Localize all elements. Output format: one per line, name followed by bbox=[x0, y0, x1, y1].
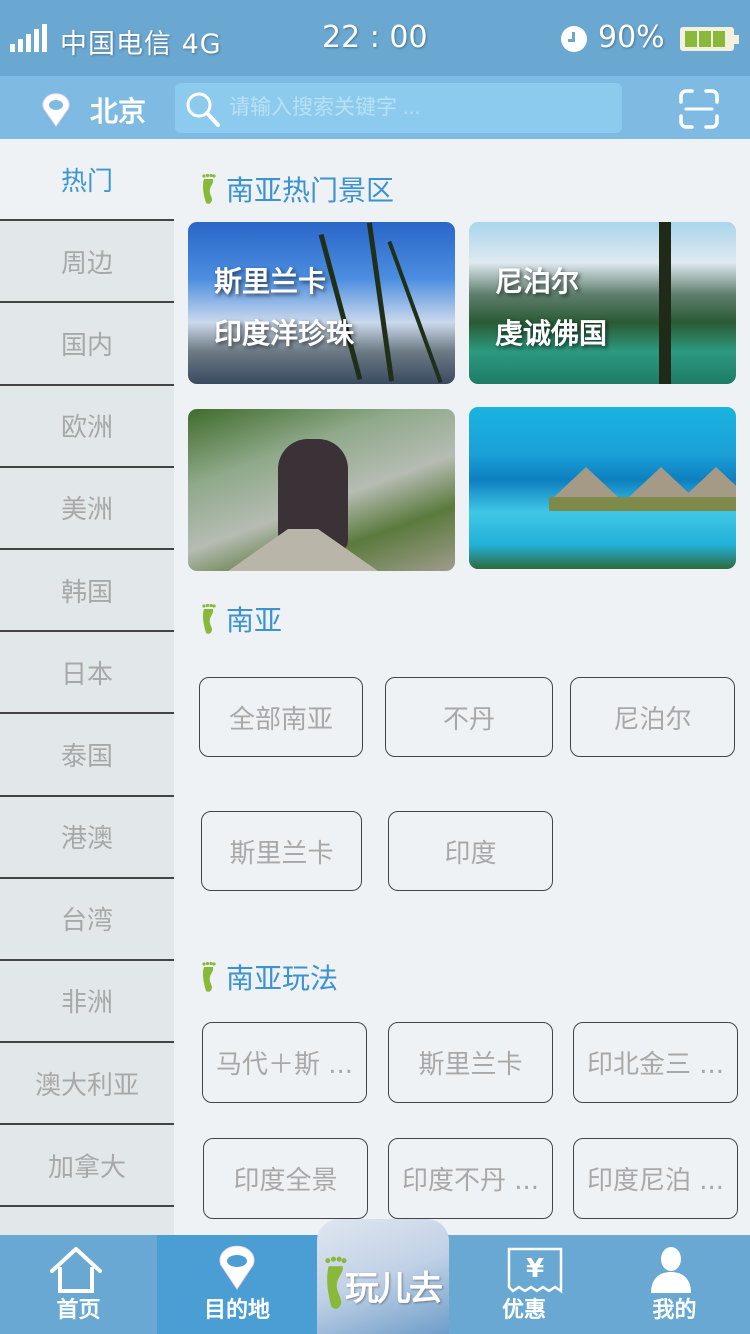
battery-icon bbox=[680, 27, 739, 51]
sidebar-item-australia[interactable]: 澳大利亚 bbox=[0, 1043, 174, 1126]
tab-mine[interactable]: 我的 bbox=[599, 1235, 750, 1334]
search-icon bbox=[186, 92, 220, 127]
itinerary-tag[interactable]: 印度全景 bbox=[203, 1138, 368, 1219]
section-title-text: 南亚 bbox=[226, 604, 283, 637]
signal-strength-icon bbox=[10, 24, 48, 52]
clock: 22 : 00 bbox=[322, 20, 428, 55]
footprint-icon bbox=[202, 961, 216, 992]
sidebar-item-canada[interactable]: 加拿大 bbox=[0, 1125, 174, 1208]
section-title-text: 南亚玩法 bbox=[226, 962, 339, 995]
top-nav: 北京 bbox=[0, 76, 750, 139]
section-title-text: 南亚热门景区 bbox=[226, 174, 395, 207]
location-pin-icon[interactable] bbox=[38, 92, 74, 128]
sidebar-item-nearby[interactable]: 周边 bbox=[0, 221, 174, 304]
destination-card-maldives[interactable] bbox=[469, 407, 736, 569]
search-bar[interactable] bbox=[175, 83, 622, 133]
category-sidebar: 热门 周边 国内 欧洲 美洲 韩国 日本 泰国 港澳 台湾 非洲 澳大利亚 加拿… bbox=[0, 139, 174, 1235]
user-icon bbox=[651, 1247, 691, 1293]
sidebar-item-americas[interactable]: 美洲 bbox=[0, 468, 174, 550]
search-input[interactable] bbox=[229, 91, 609, 125]
svg-text:¥: ¥ bbox=[526, 1254, 544, 1284]
itinerary-tag[interactable]: 斯里兰卡 bbox=[388, 1022, 553, 1103]
sidebar-item-thailand[interactable]: 泰国 bbox=[0, 714, 174, 797]
tab-label: 我的 bbox=[652, 1298, 697, 1323]
region-tag[interactable]: 尼泊尔 bbox=[570, 677, 735, 757]
brand-label: 玩儿去 bbox=[345, 1269, 443, 1309]
tab-play-center-button[interactable]: 玩儿去 bbox=[317, 1219, 449, 1334]
footprint-icon bbox=[202, 603, 216, 634]
location-pin-icon bbox=[219, 1245, 255, 1290]
region-tag[interactable]: 全部南亚 bbox=[199, 677, 363, 757]
itinerary-tag[interactable]: 马代＋斯 ... bbox=[202, 1022, 367, 1103]
coupon-yen-icon: ¥ bbox=[507, 1247, 563, 1294]
app-screen: 中国电信 4G 22 : 00 90% 北京 热门 周边 国内 欧 bbox=[0, 0, 750, 1334]
sidebar-item-hk-macau[interactable]: 港澳 bbox=[0, 797, 174, 879]
status-bar: 中国电信 4G 22 : 00 90% bbox=[0, 0, 750, 76]
region-tag[interactable]: 不丹 bbox=[385, 677, 553, 757]
alarm-clock-icon bbox=[561, 26, 587, 52]
main-content: 南亚热门景区 斯里兰卡 印度洋珍珠 尼泊尔 虔诚佛国 南亚 全部南亚 不丹 尼泊… bbox=[174, 139, 750, 1235]
sidebar-item-europe[interactable]: 欧洲 bbox=[0, 386, 174, 468]
tab-label: 目的地 bbox=[203, 1298, 270, 1323]
card-title: 尼泊尔 bbox=[495, 265, 580, 298]
tab-destination[interactable]: 目的地 bbox=[157, 1235, 317, 1334]
sidebar-item-korea[interactable]: 韩国 bbox=[0, 550, 174, 633]
itinerary-tag[interactable]: 印度不丹 ... bbox=[388, 1138, 553, 1219]
destination-card-nepal[interactable]: 尼泊尔 虔诚佛国 bbox=[469, 222, 736, 384]
battery-percent: 90% bbox=[598, 20, 665, 55]
sidebar-item-hot[interactable]: 热门 bbox=[0, 139, 174, 222]
home-icon bbox=[50, 1247, 102, 1293]
destination-card-sri-lanka[interactable]: 斯里兰卡 印度洋珍珠 bbox=[188, 222, 455, 384]
destination-card-elephant[interactable] bbox=[188, 409, 455, 571]
sidebar-item-japan[interactable]: 日本 bbox=[0, 632, 174, 715]
scan-icon[interactable] bbox=[678, 88, 720, 130]
section-title-hot: 南亚热门景区 bbox=[200, 169, 394, 209]
card-subtitle: 虔诚佛国 bbox=[495, 317, 608, 350]
tab-home[interactable]: 首页 bbox=[0, 1235, 157, 1334]
section-title-south-asia: 南亚 bbox=[200, 599, 282, 639]
tab-label: 首页 bbox=[56, 1298, 101, 1323]
city-selector[interactable]: 北京 bbox=[90, 90, 146, 130]
itinerary-tag[interactable]: 印北金三 ... bbox=[573, 1022, 738, 1103]
region-tag[interactable]: 印度 bbox=[388, 811, 553, 891]
card-title: 斯里兰卡 bbox=[214, 265, 327, 298]
tab-deals[interactable]: ¥ 优惠 bbox=[449, 1235, 599, 1334]
sidebar-item-taiwan[interactable]: 台湾 bbox=[0, 879, 174, 961]
sidebar-item-africa[interactable]: 非洲 bbox=[0, 961, 174, 1044]
carrier-label: 中国电信 4G bbox=[60, 29, 222, 60]
footprint-icon bbox=[202, 173, 216, 204]
card-subtitle: 印度洋珍珠 bbox=[214, 317, 355, 350]
region-tag[interactable]: 斯里兰卡 bbox=[201, 811, 362, 891]
tab-label: 优惠 bbox=[501, 1298, 546, 1323]
sidebar-item-domestic[interactable]: 国内 bbox=[0, 303, 174, 386]
section-title-play: 南亚玩法 bbox=[200, 957, 338, 997]
itinerary-tag[interactable]: 印度尼泊 ... bbox=[573, 1138, 738, 1219]
